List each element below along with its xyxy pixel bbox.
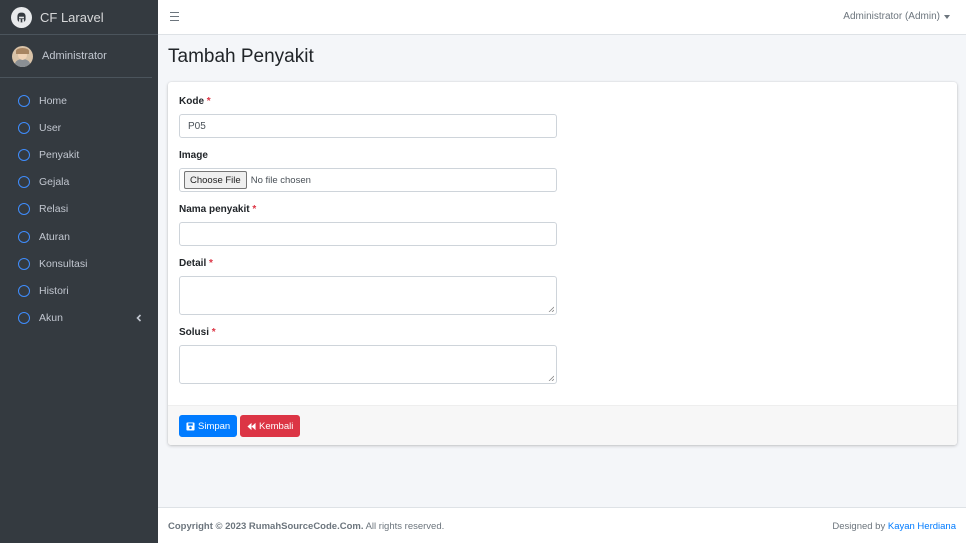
circle-icon	[18, 94, 30, 107]
avatar	[12, 45, 33, 67]
page-footer: Copyright © 2023 RumahSourceCode.Com. Al…	[158, 507, 966, 543]
kode-group: Kode *	[179, 96, 557, 138]
nama-penyakit-input[interactable]	[179, 222, 557, 246]
detail-group: Detail *	[179, 258, 557, 315]
card-footer: Simpan Kembali	[168, 405, 957, 445]
kode-input[interactable]	[179, 114, 557, 138]
sidebar-item-label: Akun	[39, 312, 63, 325]
sidebar-item-label: User	[39, 121, 62, 134]
nama-group: Nama penyakit *	[179, 204, 557, 246]
sidebar-item-aturan[interactable]: Aturan	[0, 223, 158, 250]
sidebar-item-user[interactable]: User	[0, 114, 158, 141]
solusi-textarea[interactable]	[179, 345, 557, 384]
footer-copyright: Copyright © 2023 RumahSourceCode.Com. Al…	[168, 521, 445, 532]
sidebar-item-label: Home	[39, 94, 68, 107]
file-status: No file chosen	[250, 174, 311, 186]
backward-icon	[247, 422, 256, 430]
kode-label: Kode *	[179, 96, 211, 107]
nama-label: Nama penyakit *	[179, 204, 257, 215]
circle-icon	[18, 176, 30, 189]
footer-credit: Designed by Kayan Herdiana	[832, 521, 956, 532]
user-menu-label: Administrator (Admin)	[843, 11, 940, 22]
back-button[interactable]: Kembali	[240, 415, 301, 437]
sidebar-item-relasi[interactable]: Relasi	[0, 196, 158, 223]
image-file-input[interactable]: Choose File No file chosen	[179, 168, 557, 192]
sidebar-item-label: Penyakit	[39, 148, 80, 161]
brand-link[interactable]: CF Laravel	[0, 0, 158, 35]
circle-icon	[18, 148, 30, 161]
chevron-left-icon	[136, 313, 142, 322]
save-button-label: Simpan	[198, 420, 231, 432]
solusi-group: Solusi *	[179, 327, 557, 384]
sidebar-item-label: Konsultasi	[39, 257, 88, 270]
user-menu-dropdown[interactable]: Administrator (Admin)	[843, 11, 950, 22]
sidebar-item-histori[interactable]: Histori	[0, 277, 158, 304]
sidebar-item-home[interactable]: Home	[0, 87, 158, 114]
user-panel[interactable]: Administrator	[0, 35, 152, 78]
brand-text: CF Laravel	[40, 9, 104, 25]
sidebar-item-label: Relasi	[39, 203, 69, 216]
sidebar-nav: Home User Penyakit Gejala Relasi Aturan …	[0, 78, 158, 332]
resize-handle-icon[interactable]	[548, 306, 554, 312]
circle-icon	[18, 121, 30, 134]
circle-icon	[18, 312, 30, 325]
circle-icon	[18, 203, 30, 216]
save-button[interactable]: Simpan	[179, 415, 238, 437]
choose-file-button[interactable]: Choose File	[184, 171, 247, 189]
sidebar-item-gejala[interactable]: Gejala	[0, 169, 158, 196]
back-button-label: Kembali	[259, 420, 294, 432]
sidebar-item-label: Gejala	[39, 176, 70, 189]
sidebar-item-label: Histori	[39, 284, 69, 297]
author-link[interactable]: Kayan Herdiana	[888, 521, 956, 532]
image-label: Image	[179, 150, 208, 161]
brand-logo-icon	[11, 6, 32, 28]
sidebar-item-penyakit[interactable]: Penyakit	[0, 141, 158, 168]
resize-handle-icon[interactable]	[548, 375, 554, 381]
sidebar-item-label: Aturan	[39, 230, 70, 243]
detail-label: Detail *	[179, 258, 213, 269]
form-card: Kode * Image Choose File No file chosen …	[168, 82, 957, 445]
page-title: Tambah Penyakit	[168, 46, 314, 67]
floppy-disk-icon	[186, 421, 195, 431]
sidebar-item-akun[interactable]: Akun	[0, 305, 158, 332]
image-group: Image Choose File No file chosen	[179, 150, 557, 192]
solusi-label: Solusi *	[179, 327, 216, 338]
circle-icon	[18, 257, 30, 270]
sidebar: CF Laravel Administrator Home User Penya…	[0, 0, 158, 543]
menu-toggle-icon[interactable]	[170, 12, 179, 21]
circle-icon	[18, 284, 30, 297]
topbar: Administrator (Admin)	[158, 0, 966, 35]
user-panel-name: Administrator	[42, 50, 107, 62]
sidebar-item-konsultasi[interactable]: Konsultasi	[0, 250, 158, 277]
detail-textarea[interactable]	[179, 276, 557, 315]
caret-down-icon	[944, 14, 950, 19]
circle-icon	[18, 230, 30, 243]
